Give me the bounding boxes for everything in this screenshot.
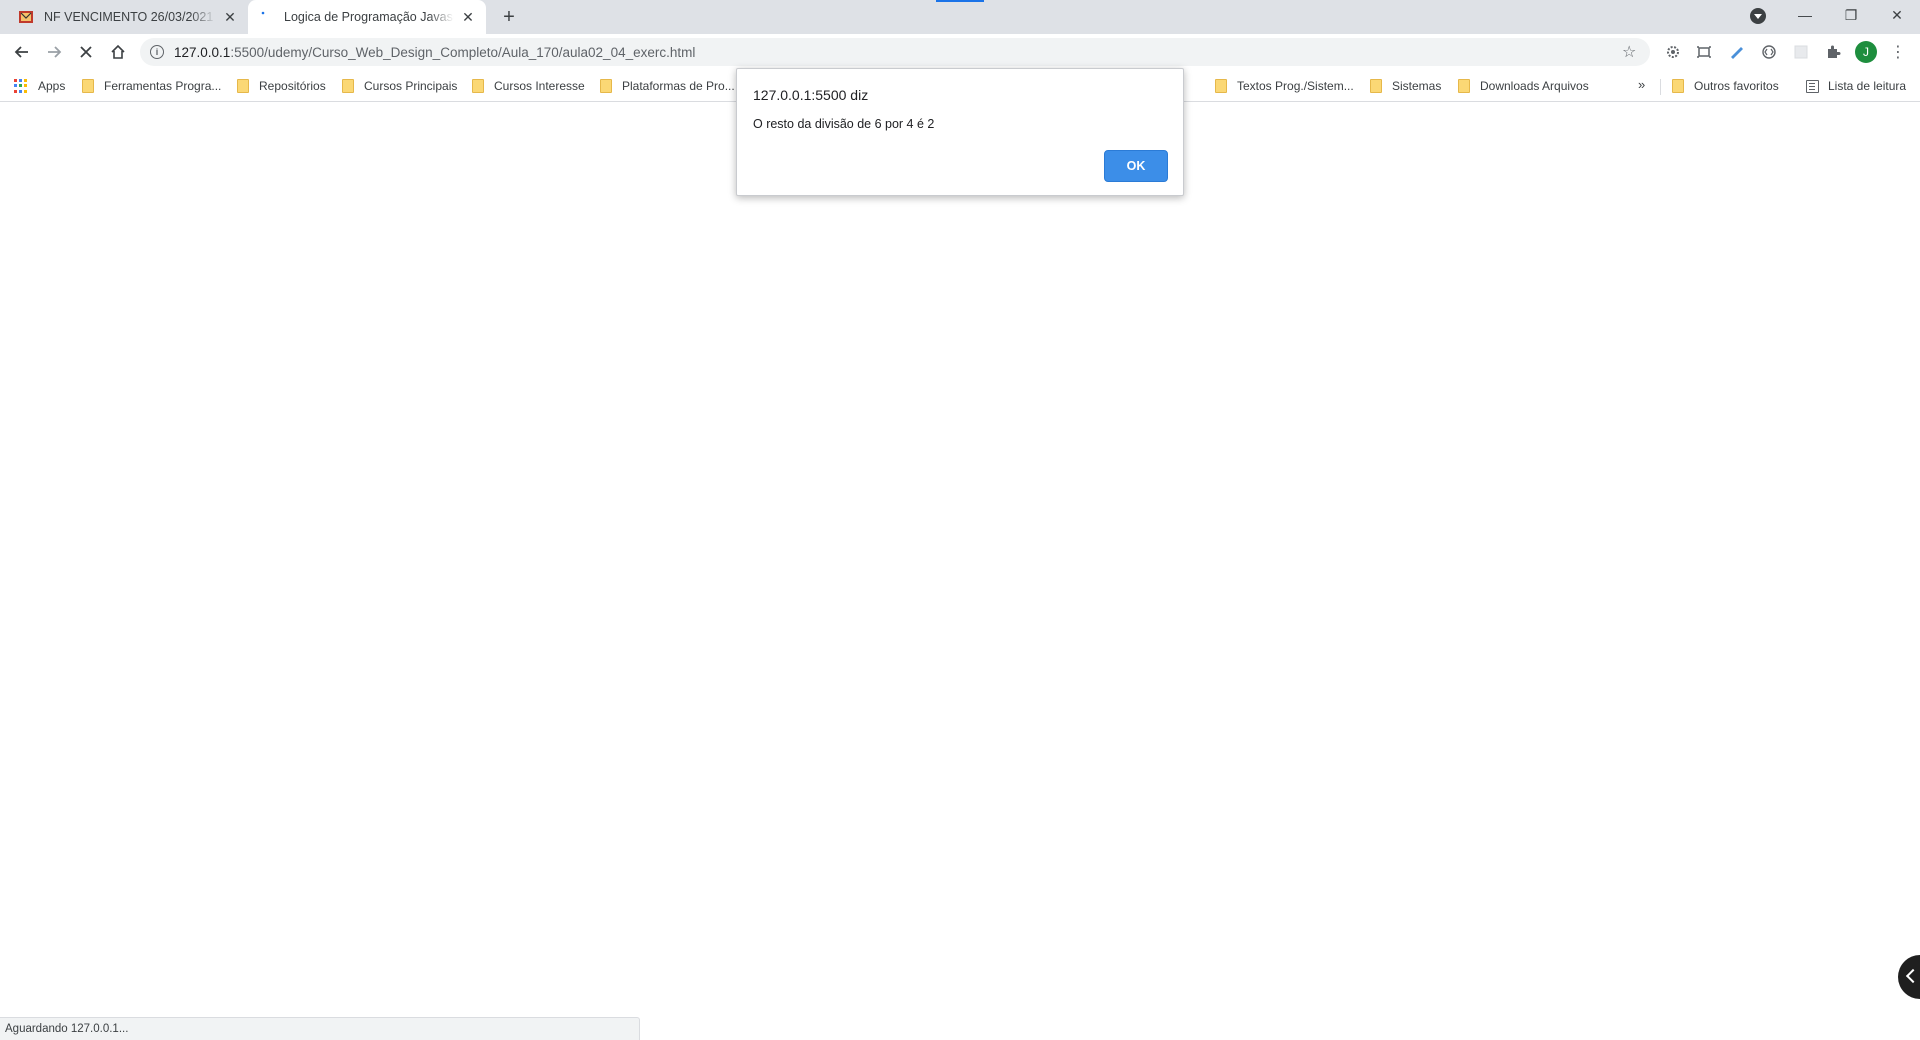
restore-icon[interactable]: ❐ [1828,0,1874,30]
url-text: 127.0.0.1:5500/udemy/Curso_Web_Design_Co… [174,44,696,60]
tab-strip: NF VENCIMENTO 26/03/2021 - jc ✕ Logica d… [0,0,1920,34]
dialog-message: O resto da divisão de 6 por 4 é 2 [753,117,935,131]
back-arrow-icon[interactable] [10,40,34,64]
tab-logica-programacao[interactable]: Logica de Programação Javascript ✕ [248,0,486,34]
bookmark-folder[interactable]: Cursos Interesse [472,77,585,95]
minimize-icon[interactable]: — [1782,0,1828,30]
menu-kebab-icon[interactable]: ⋮ [1890,43,1906,61]
toolbar: i 127.0.0.1:5500/udemy/Curso_Web_Design_… [0,34,1920,70]
folder-icon [237,79,249,93]
folder-icon [600,79,612,93]
bookmark-folder[interactable]: Repositórios [237,77,326,95]
bookmark-folder[interactable]: Cursos Principais [342,77,457,95]
stop-loading-icon[interactable] [74,40,98,64]
extensions-puzzle-icon[interactable] [1824,43,1842,61]
bookmark-folder[interactable]: Sistemas [1370,77,1441,95]
extension-blank-icon[interactable] [1792,43,1810,61]
folder-icon [1672,79,1684,93]
bookmark-other-favorites[interactable]: Outros favoritos [1672,77,1779,95]
tab-close-icon[interactable]: ✕ [222,9,238,25]
folder-icon [82,79,94,93]
forward-arrow-icon[interactable] [42,40,66,64]
folder-icon [342,79,354,93]
browser-window: NF VENCIMENTO 26/03/2021 - jc ✕ Logica d… [0,0,1920,1040]
tab-title: NF VENCIMENTO 26/03/2021 - jc [44,10,216,24]
bookmark-apps[interactable]: Apps [14,77,65,95]
folder-icon [1458,79,1470,93]
mail-favicon-icon [18,9,34,25]
loading-indicator [936,0,984,2]
folder-icon [1370,79,1382,93]
bookmarks-overflow-icon[interactable]: » [1638,77,1645,92]
folder-icon [472,79,484,93]
extension-pen-icon[interactable] [1728,43,1746,61]
extension-gear-icon[interactable] [1664,43,1682,61]
tab-nf-vencimento[interactable]: NF VENCIMENTO 26/03/2021 - jc ✕ [8,0,248,34]
ok-button[interactable]: OK [1104,150,1168,182]
site-info-icon[interactable]: i [150,45,164,59]
apps-grid-icon [14,79,28,93]
alert-dialog: 127.0.0.1:5500 diz O resto da divisão de… [736,68,1184,196]
extension-code-icon[interactable] [1760,43,1778,61]
bookmark-folder[interactable]: Ferramentas Progra... [82,77,221,95]
status-bar: Aguardando 127.0.0.1... [0,1017,640,1040]
screen-capture-icon[interactable] [1695,43,1713,61]
reading-list[interactable]: Lista de leitura [1806,77,1906,95]
address-bar[interactable]: i 127.0.0.1:5500/udemy/Curso_Web_Design_… [140,38,1650,66]
window-controls: — ❐ ✕ [1782,0,1920,30]
loading-favicon-icon [258,9,274,25]
dialog-title: 127.0.0.1:5500 diz [753,87,869,103]
bookmarks-divider [1660,79,1661,95]
reading-list-icon [1806,79,1819,93]
folder-icon [1215,79,1227,93]
bookmark-folder[interactable]: Downloads Arquivos [1458,77,1589,95]
close-window-icon[interactable]: ✕ [1874,0,1920,30]
profile-avatar[interactable]: J [1855,41,1877,63]
tab-search-icon[interactable] [1750,8,1766,24]
bookmark-folder[interactable]: Textos Prog./Sistem... [1215,77,1354,95]
page-content [0,103,1920,1040]
tab-close-icon[interactable]: ✕ [460,9,476,25]
bookmark-folder[interactable]: Plataformas de Pro... [600,77,735,95]
new-tab-plus-icon[interactable]: + [498,6,520,28]
bookmark-star-icon[interactable]: ☆ [1622,42,1636,62]
home-icon[interactable] [106,40,130,64]
tab-title: Logica de Programação Javascript [284,10,454,24]
